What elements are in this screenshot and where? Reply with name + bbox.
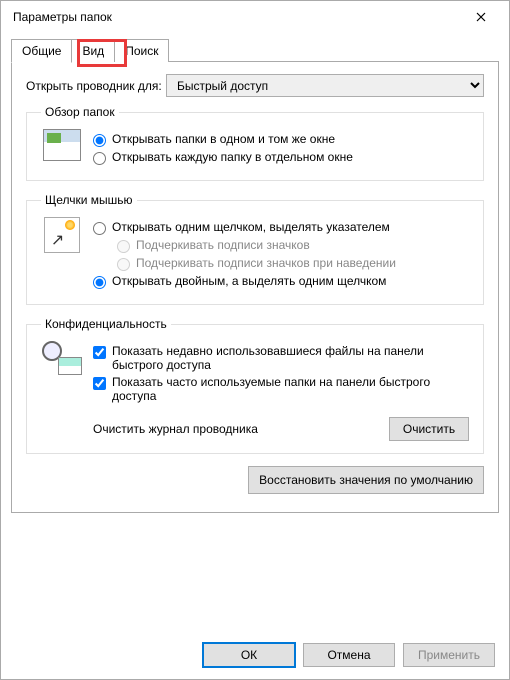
browse-folders-icon	[41, 129, 83, 167]
privacy-legend: Конфиденциальность	[41, 317, 171, 331]
apply-button[interactable]: Применить	[403, 643, 495, 667]
radio-underline-always-label: Подчеркивать подписи значков	[136, 238, 469, 252]
open-explorer-select[interactable]: Быстрый доступ	[166, 74, 484, 97]
checkbox-frequent-folders-label: Показать часто используемые папки на пан…	[112, 375, 469, 403]
tabs-container: Общие Вид Поиск Открыть проводник для: Б…	[11, 39, 499, 514]
tab-strip: Общие Вид Поиск	[11, 39, 499, 62]
privacy-options: Показать недавно использовавшиеся файлы …	[93, 341, 469, 441]
ok-button[interactable]: ОК	[203, 643, 295, 667]
click-items-icon	[41, 217, 83, 255]
content-area: Общие Вид Поиск Открыть проводник для: Б…	[1, 33, 509, 635]
open-explorer-row: Открыть проводник для: Быстрый доступ	[26, 74, 484, 97]
dialog-buttons: ОК Отмена Применить	[1, 635, 509, 679]
radio-own-window[interactable]	[93, 152, 106, 165]
cancel-button[interactable]: Отмена	[303, 643, 395, 667]
radio-same-window-label: Открывать папки в одном и том же окне	[112, 132, 469, 146]
tab-general[interactable]: Общие	[11, 39, 72, 63]
open-explorer-label: Открыть проводник для:	[26, 79, 166, 93]
clear-button[interactable]: Очистить	[389, 417, 469, 441]
titlebar: Параметры папок	[1, 1, 509, 33]
tab-general-body: Открыть проводник для: Быстрый доступ Об…	[11, 61, 499, 513]
radio-underline-hover-label: Подчеркивать подписи значков при наведен…	[136, 256, 469, 270]
radio-double-click-label: Открывать двойным, а выделять одним щелч…	[112, 274, 469, 288]
radio-underline-always	[117, 240, 130, 253]
radio-same-window[interactable]	[93, 134, 106, 147]
tab-view[interactable]: Вид	[71, 39, 115, 62]
restore-defaults-row: Восстановить значения по умолчанию	[26, 466, 484, 494]
checkbox-frequent-folders[interactable]	[93, 377, 106, 390]
radio-single-click[interactable]	[93, 222, 106, 235]
click-items-group: Щелчки мышью Открывать одним щелчком, вы…	[26, 193, 484, 305]
privacy-icon	[41, 341, 83, 379]
checkbox-recent-files-label: Показать недавно использовавшиеся файлы …	[112, 344, 469, 372]
checkbox-recent-files[interactable]	[93, 346, 106, 359]
restore-defaults-button[interactable]: Восстановить значения по умолчанию	[248, 466, 484, 494]
click-items-options: Открывать одним щелчком, выделять указат…	[93, 217, 469, 292]
browse-folders-group: Обзор папок Открывать папки в одном и то…	[26, 105, 484, 181]
browse-folders-legend: Обзор папок	[41, 105, 119, 119]
radio-single-click-label: Открывать одним щелчком, выделять указат…	[112, 220, 469, 234]
window-title: Параметры папок	[9, 10, 461, 24]
folder-options-dialog: Параметры папок Общие Вид Поиск Открыть …	[0, 0, 510, 680]
radio-underline-hover	[117, 258, 130, 271]
clear-history-label: Очистить журнал проводника	[93, 422, 258, 436]
privacy-group: Конфиденциальность Показать недавно испо…	[26, 317, 484, 454]
radio-own-window-label: Открывать каждую папку в отдельном окне	[112, 150, 469, 164]
close-button[interactable]	[461, 3, 501, 31]
browse-folders-options: Открывать папки в одном и том же окне От…	[93, 129, 469, 168]
close-icon	[476, 12, 486, 22]
tab-search[interactable]: Поиск	[114, 39, 169, 62]
radio-double-click[interactable]	[93, 276, 106, 289]
clear-history-row: Очистить журнал проводника Очистить	[93, 417, 469, 441]
click-items-legend: Щелчки мышью	[41, 193, 137, 207]
